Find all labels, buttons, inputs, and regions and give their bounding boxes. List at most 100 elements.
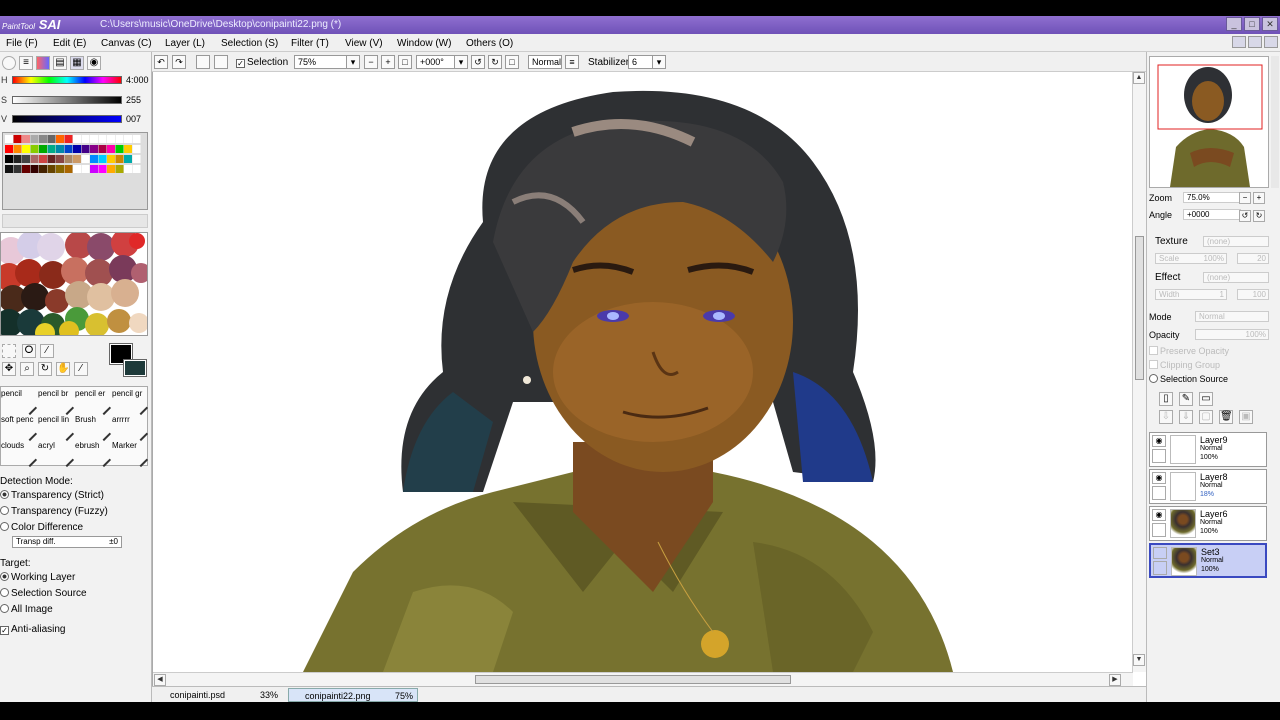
palette-swatch[interactable] — [90, 155, 98, 163]
lock-icon[interactable] — [1152, 486, 1166, 500]
palette-swatch[interactable] — [107, 165, 115, 173]
palette-swatch[interactable] — [107, 135, 115, 143]
undo-button[interactable]: ↶ — [154, 55, 168, 69]
palette-swatch[interactable] — [90, 135, 98, 143]
palette-swatch[interactable] — [73, 135, 81, 143]
scroll-down-icon[interactable]: ▼ — [1133, 654, 1145, 666]
nav-angle-slider[interactable]: +0000 — [1183, 209, 1241, 220]
palette-swatch[interactable] — [98, 155, 107, 163]
transp-diff-slider[interactable]: Transp diff. ±0 — [12, 536, 122, 548]
hue-bar[interactable] — [12, 76, 122, 84]
scratchpad-icon[interactable]: ◉ — [87, 56, 101, 70]
palette-swatch[interactable] — [64, 145, 73, 153]
mdi-restore-button[interactable] — [1248, 36, 1262, 48]
palette-swatch[interactable] — [5, 135, 13, 143]
rect-select-icon[interactable] — [2, 344, 16, 358]
vertical-scrollbar[interactable]: ▲ ▼ — [1132, 72, 1146, 672]
zoom-dropdown[interactable]: 75% — [294, 55, 352, 69]
mdi-close-button[interactable] — [1264, 36, 1278, 48]
detect-strict-radio[interactable]: Transparency (Strict) — [0, 490, 104, 501]
palette-swatch[interactable] — [98, 145, 107, 153]
menu-view[interactable]: View (V) — [345, 38, 383, 49]
clear-layer-icon[interactable]: ▢ — [1199, 410, 1213, 424]
palette-swatch[interactable] — [124, 145, 132, 153]
nav-zoom-out-icon[interactable]: − — [1239, 192, 1251, 204]
palette-swatch[interactable] — [5, 165, 13, 173]
palette-swatch[interactable] — [13, 155, 22, 163]
palette-swatch[interactable] — [73, 155, 81, 163]
palette-swatch[interactable] — [115, 145, 124, 153]
palette-swatch[interactable] — [47, 155, 56, 163]
saturation-bar[interactable] — [12, 96, 122, 104]
navigator-scrollbar[interactable] — [1271, 56, 1279, 188]
rotate-cw-button[interactable]: ↻ — [488, 55, 502, 69]
layer-item-layer6[interactable]: ◉ Layer6 Normal 100% — [1149, 506, 1267, 541]
scroll-up-icon[interactable]: ▲ — [1133, 72, 1145, 84]
palette-swatch[interactable] — [81, 155, 90, 163]
rotate-icon[interactable]: ↻ — [38, 362, 52, 376]
scroll-right-icon[interactable]: ▶ — [1109, 674, 1121, 686]
eye-icon[interactable]: ◉ — [1152, 509, 1166, 521]
palette-swatch[interactable] — [115, 155, 124, 163]
palette-swatch[interactable] — [22, 145, 30, 153]
palette-swatch[interactable] — [107, 145, 115, 153]
brush-tool-item[interactable]: Brush — [75, 415, 112, 442]
palette-swatch[interactable] — [64, 165, 73, 173]
layer-item-layer9[interactable]: ◉ Layer9 Normal 100% — [1149, 432, 1267, 467]
drawing-canvas[interactable]: ▲ ▼ ◀ ▶ — [152, 72, 1146, 686]
menu-filter[interactable]: Filter (T) — [291, 38, 329, 49]
menu-canvas[interactable]: Canvas (C) — [101, 38, 152, 49]
palette-swatch[interactable] — [124, 165, 132, 173]
menu-edit[interactable]: Edit (E) — [53, 38, 86, 49]
deselect-button[interactable] — [196, 55, 210, 69]
nav-rotate-cw-icon[interactable]: ↻ — [1253, 210, 1265, 222]
rgb-slider-icon[interactable]: ≡ — [19, 56, 33, 70]
palette-swatch[interactable] — [107, 155, 115, 163]
zoom-dropdown-arrow-icon[interactable]: ▾ — [346, 55, 360, 69]
palette-swatch[interactable] — [39, 135, 47, 143]
horizontal-scroll-thumb[interactable] — [475, 675, 791, 684]
nav-zoom-slider[interactable]: 75.0% — [1183, 192, 1241, 203]
palette-swatch[interactable] — [124, 135, 132, 143]
brush-tool-item[interactable]: arrrrr — [112, 415, 149, 442]
palette-swatch[interactable] — [64, 155, 73, 163]
palette-swatch[interactable] — [47, 145, 56, 153]
palette-swatch[interactable] — [73, 165, 81, 173]
invert-selection-button[interactable] — [214, 55, 228, 69]
menu-others[interactable]: Others (O) — [466, 38, 513, 49]
palette-swatch[interactable] — [5, 145, 13, 153]
palette-swatch[interactable] — [81, 165, 90, 173]
minimize-button[interactable]: _ — [1226, 17, 1242, 31]
brush-tool-item[interactable]: pencil er — [75, 389, 112, 416]
palette-swatch[interactable] — [22, 165, 30, 173]
anti-aliasing-checkbox[interactable]: ✓ Anti-aliasing — [0, 624, 65, 635]
texture-scale-slider[interactable]: Scale 100% — [1155, 253, 1227, 264]
new-linework-layer-icon[interactable]: ✎ — [1179, 392, 1193, 406]
angle-dropdown-arrow-icon[interactable]: ▾ — [454, 55, 468, 69]
zoom-reset-button[interactable]: □ — [398, 55, 412, 69]
brush-tool-item[interactable]: soft penc — [1, 415, 38, 442]
redo-button[interactable]: ↷ — [172, 55, 186, 69]
tab-conipainti22-png[interactable]: conipainti22.png 75% — [288, 688, 418, 702]
color-mixer-scratchpad[interactable] — [0, 232, 148, 336]
vertical-scroll-thumb[interactable] — [1135, 236, 1144, 380]
palette-swatch[interactable] — [98, 165, 107, 173]
eye-icon[interactable]: ◉ — [1152, 472, 1166, 484]
opacity-slider[interactable]: 100% — [1195, 329, 1269, 340]
texture-dropdown[interactable]: (none) — [1203, 236, 1269, 247]
hsv-slider-icon[interactable] — [36, 56, 50, 70]
rotate-ccw-button[interactable]: ↺ — [471, 55, 485, 69]
scroll-left-icon[interactable]: ◀ — [154, 674, 166, 686]
palette-swatch[interactable] — [13, 165, 22, 173]
new-folder-icon[interactable]: ▭ — [1199, 392, 1213, 406]
eye-icon[interactable] — [1153, 547, 1167, 559]
texture-strength-field[interactable]: 20 — [1237, 253, 1269, 264]
brush-tool-item[interactable]: pencil gr — [112, 389, 149, 416]
palette-swatch[interactable] — [132, 145, 141, 153]
palette-swatch[interactable] — [56, 155, 64, 163]
palette-swatch[interactable] — [90, 145, 98, 153]
lock-icon[interactable] — [1153, 561, 1167, 575]
palette-swatch[interactable] — [30, 165, 39, 173]
effect-dropdown[interactable]: (none) — [1203, 272, 1269, 283]
brush-tool-item[interactable]: acryl — [38, 441, 75, 468]
